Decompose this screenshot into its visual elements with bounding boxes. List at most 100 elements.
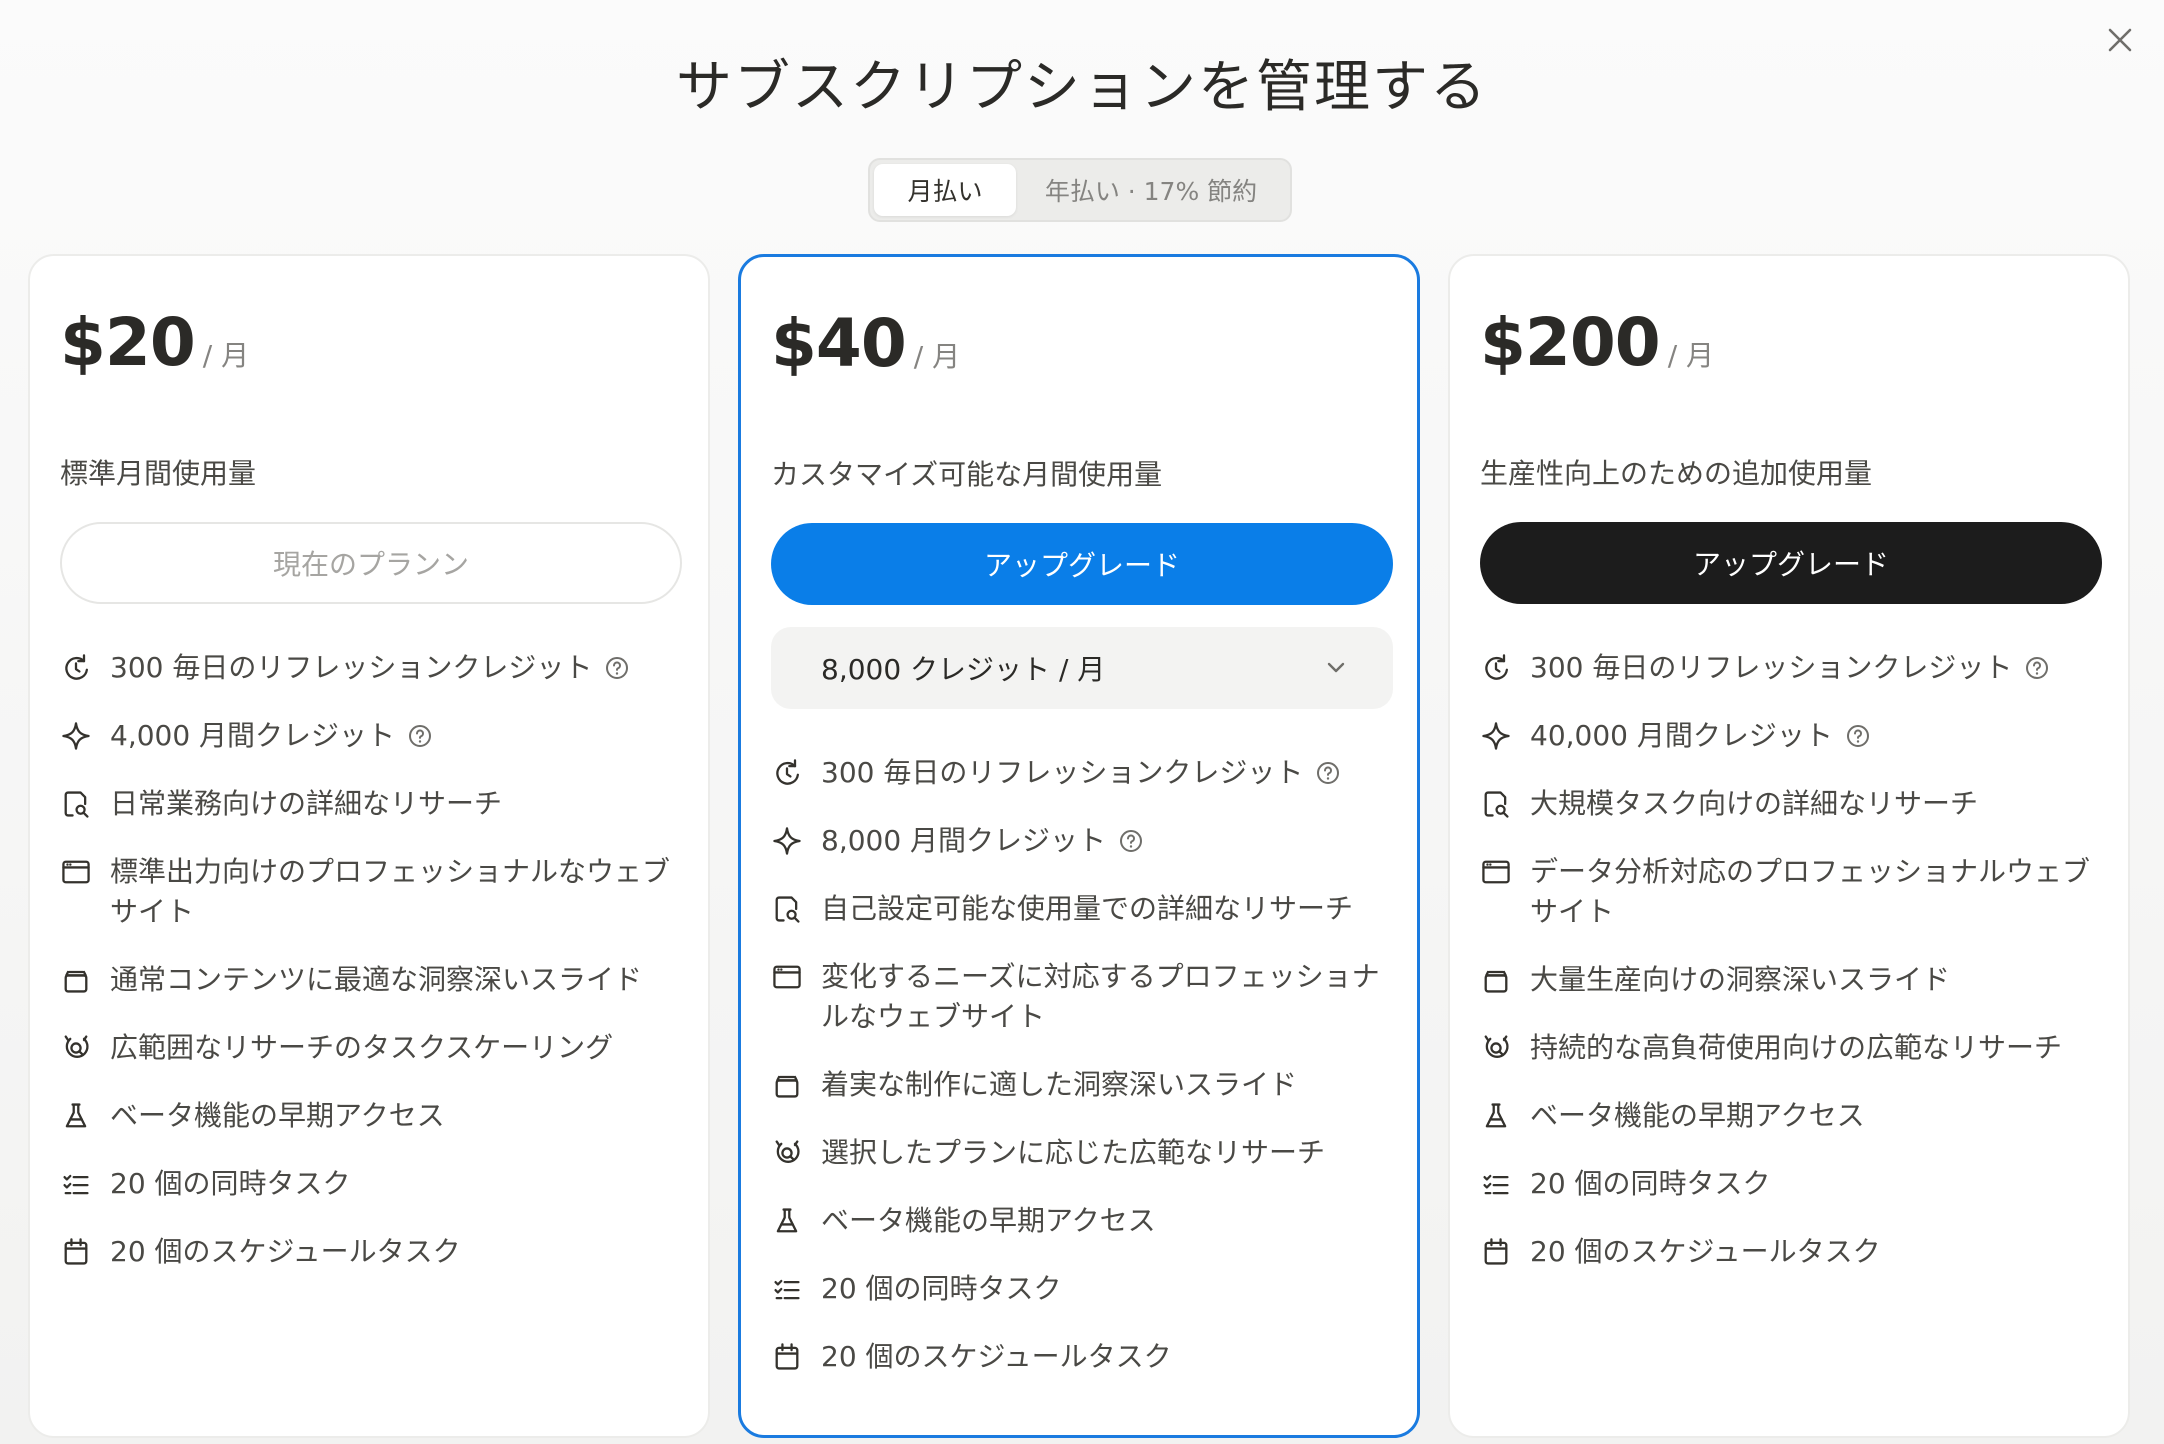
feature-label: 300 毎日のリフレッションクレジット bbox=[1530, 651, 2013, 684]
feature-item: 40,000 月間クレジット bbox=[1480, 716, 2098, 756]
feature-text: 300 毎日のリフレッションクレジット bbox=[110, 648, 678, 688]
plan-period: / 月 bbox=[202, 339, 250, 372]
feature-item: 自己設定可能な使用量での詳細なリサーチ bbox=[771, 889, 1387, 929]
feature-item: 大規模タスク向けの詳細なリサーチ bbox=[1480, 784, 2098, 824]
flask-icon bbox=[1480, 1100, 1512, 1132]
feature-text: 広範囲なリサーチのタスクスケーリング bbox=[110, 1028, 678, 1068]
feature-item: ベータ機能の早期アクセス bbox=[1480, 1096, 2098, 1136]
feature-label: 300 毎日のリフレッションクレジット bbox=[110, 651, 593, 684]
feature-item: 大量生産向けの洞察深いスライド bbox=[1480, 960, 2098, 1000]
feature-item: 300 毎日のリフレッションクレジット bbox=[60, 648, 678, 688]
billing-yearly-tab[interactable]: 年払い · 17% 節約 bbox=[1016, 164, 1286, 216]
help-circle-icon[interactable] bbox=[1845, 720, 1871, 747]
feature-list: 300 毎日のリフレッションクレジット 4,000 月間クレジット日常業務向けの詳… bbox=[60, 648, 678, 1300]
feature-item: 変化するニーズに対応するプロフェッショナルなウェブサイト bbox=[771, 957, 1387, 1037]
current-plan-button[interactable]: 現在のプランン bbox=[60, 522, 682, 604]
plan-description: カスタマイズ可能な月間使用量 bbox=[771, 458, 1163, 491]
feature-text: 大規模タスク向けの詳細なリサーチ bbox=[1530, 784, 2098, 824]
feature-label: 変化するニーズに対応するプロフェッショナルなウェブサイト bbox=[821, 960, 1380, 1033]
feature-text: 自己設定可能な使用量での詳細なリサーチ bbox=[821, 889, 1387, 929]
close-button[interactable] bbox=[2100, 20, 2140, 60]
help-circle-icon[interactable] bbox=[1315, 757, 1341, 784]
feature-text: 20 個の同時タスク bbox=[110, 1164, 678, 1204]
feature-text: 選択したプランに応じた広範なリサーチ bbox=[821, 1133, 1387, 1173]
feature-label: 通常コンテンツに最適な洞察深いスライド bbox=[110, 963, 643, 996]
feature-label: 20 個のスケジュールタスク bbox=[1530, 1235, 1881, 1268]
feature-text: 40,000 月間クレジット bbox=[1530, 716, 2098, 756]
feature-label: 大量生産向けの洞察深いスライド bbox=[1530, 963, 1951, 996]
feature-item: 20 個のスケジュールタスク bbox=[1480, 1232, 2098, 1272]
help-circle-icon[interactable] bbox=[604, 652, 630, 679]
feature-text: 20 個のスケジュールタスク bbox=[1530, 1232, 2098, 1272]
feature-label: 4,000 月間クレジット bbox=[110, 719, 396, 752]
checklist-icon bbox=[1480, 1168, 1512, 1200]
flask-icon bbox=[771, 1205, 803, 1237]
sparkle-icon bbox=[1480, 720, 1512, 752]
help-circle-icon[interactable] bbox=[1118, 825, 1144, 852]
feature-text: 持続的な高負荷使用向けの広範なリサーチ bbox=[1530, 1028, 2098, 1068]
feature-item: 300 毎日のリフレッションクレジット bbox=[771, 753, 1387, 793]
feature-text: 8,000 月間クレジット bbox=[821, 821, 1387, 861]
feature-label: 20 個のスケジュールタスク bbox=[821, 1340, 1172, 1373]
close-icon bbox=[2108, 28, 2132, 52]
feature-label: 着実な制作に適した洞察深いスライド bbox=[821, 1068, 1298, 1101]
checklist-icon bbox=[60, 1168, 92, 1200]
scale-search-icon bbox=[60, 1032, 92, 1064]
feature-label: 広範囲なリサーチのタスクスケーリング bbox=[110, 1031, 614, 1064]
browser-window-icon bbox=[60, 856, 92, 888]
feature-label: ベータ機能の早期アクセス bbox=[110, 1099, 445, 1132]
sparkle-icon bbox=[60, 720, 92, 752]
feature-label: 日常業務向けの詳細なリサーチ bbox=[110, 787, 503, 820]
slides-icon bbox=[771, 1069, 803, 1101]
plan-card-200: $200 / 月 生産性向上のための追加使用量 アップグレード 300 毎日のリ… bbox=[1448, 254, 2130, 1438]
credit-amount-select[interactable]: 8,000 クレジット / 月 bbox=[771, 627, 1393, 709]
plan-price: $200 bbox=[1480, 304, 1661, 381]
feature-item: ベータ機能の早期アクセス bbox=[60, 1096, 678, 1136]
feature-text: 大量生産向けの洞察深いスライド bbox=[1530, 960, 2098, 1000]
slides-icon bbox=[1480, 964, 1512, 996]
chevron-down-icon bbox=[1327, 662, 1345, 673]
upgrade-button[interactable]: アップグレード bbox=[771, 523, 1393, 605]
page-title: サブスクリプションを管理する bbox=[676, 55, 1488, 120]
billing-monthly-tab[interactable]: 月払い bbox=[874, 164, 1016, 216]
feature-text: 20 個の同時タスク bbox=[1530, 1164, 2098, 1204]
credit-select-value: 8,000 クレジット / 月 bbox=[821, 653, 1106, 686]
feature-text: 20 個のスケジュールタスク bbox=[821, 1337, 1387, 1377]
feature-item: 20 個のスケジュールタスク bbox=[771, 1337, 1387, 1377]
document-search-icon bbox=[1480, 788, 1512, 820]
calendar-icon bbox=[1480, 1236, 1512, 1268]
feature-text: 変化するニーズに対応するプロフェッショナルなウェブサイト bbox=[821, 957, 1387, 1037]
feature-item: 20 個の同時タスク bbox=[60, 1164, 678, 1204]
feature-item: 4,000 月間クレジット bbox=[60, 716, 678, 756]
feature-label: 300 毎日のリフレッションクレジット bbox=[821, 756, 1304, 789]
feature-label: ベータ機能の早期アクセス bbox=[821, 1204, 1156, 1237]
feature-label: 20 個の同時タスク bbox=[821, 1272, 1062, 1305]
feature-text: 標準出力向けのプロフェッショナルなウェブサイト bbox=[110, 852, 678, 932]
feature-label: ベータ機能の早期アクセス bbox=[1530, 1099, 1865, 1132]
plan-period: / 月 bbox=[1667, 339, 1715, 372]
refresh-clock-icon bbox=[771, 757, 803, 789]
feature-label: 20 個の同時タスク bbox=[110, 1167, 351, 1200]
document-search-icon bbox=[771, 893, 803, 925]
feature-item: 標準出力向けのプロフェッショナルなウェブサイト bbox=[60, 852, 678, 932]
refresh-clock-icon bbox=[60, 652, 92, 684]
feature-text: 通常コンテンツに最適な洞察深いスライド bbox=[110, 960, 678, 1000]
feature-label: 大規模タスク向けの詳細なリサーチ bbox=[1530, 787, 1979, 820]
feature-item: 日常業務向けの詳細なリサーチ bbox=[60, 784, 678, 824]
feature-label: 40,000 月間クレジット bbox=[1530, 719, 1833, 752]
feature-label: 持続的な高負荷使用向けの広範なリサーチ bbox=[1530, 1031, 2063, 1064]
feature-text: 4,000 月間クレジット bbox=[110, 716, 678, 756]
upgrade-button[interactable]: アップグレード bbox=[1480, 522, 2102, 604]
feature-item: 着実な制作に適した洞察深いスライド bbox=[771, 1065, 1387, 1105]
browser-window-icon bbox=[771, 961, 803, 993]
calendar-icon bbox=[771, 1341, 803, 1373]
feature-list: 300 毎日のリフレッションクレジット 8,000 月間クレジット 自己設定可能な使… bbox=[771, 753, 1387, 1405]
help-circle-icon[interactable] bbox=[2024, 652, 2050, 679]
feature-text: 300 毎日のリフレッションクレジット bbox=[821, 753, 1387, 793]
plan-card-40: $40 / 月 カスタマイズ可能な月間使用量 アップグレード 8,000 クレジ… bbox=[738, 254, 1420, 1438]
feature-item: 20 個のスケジュールタスク bbox=[60, 1232, 678, 1272]
help-circle-icon[interactable] bbox=[407, 720, 433, 747]
feature-item: 通常コンテンツに最適な洞察深いスライド bbox=[60, 960, 678, 1000]
plan-price: $40 bbox=[771, 305, 907, 382]
flask-icon bbox=[60, 1100, 92, 1132]
